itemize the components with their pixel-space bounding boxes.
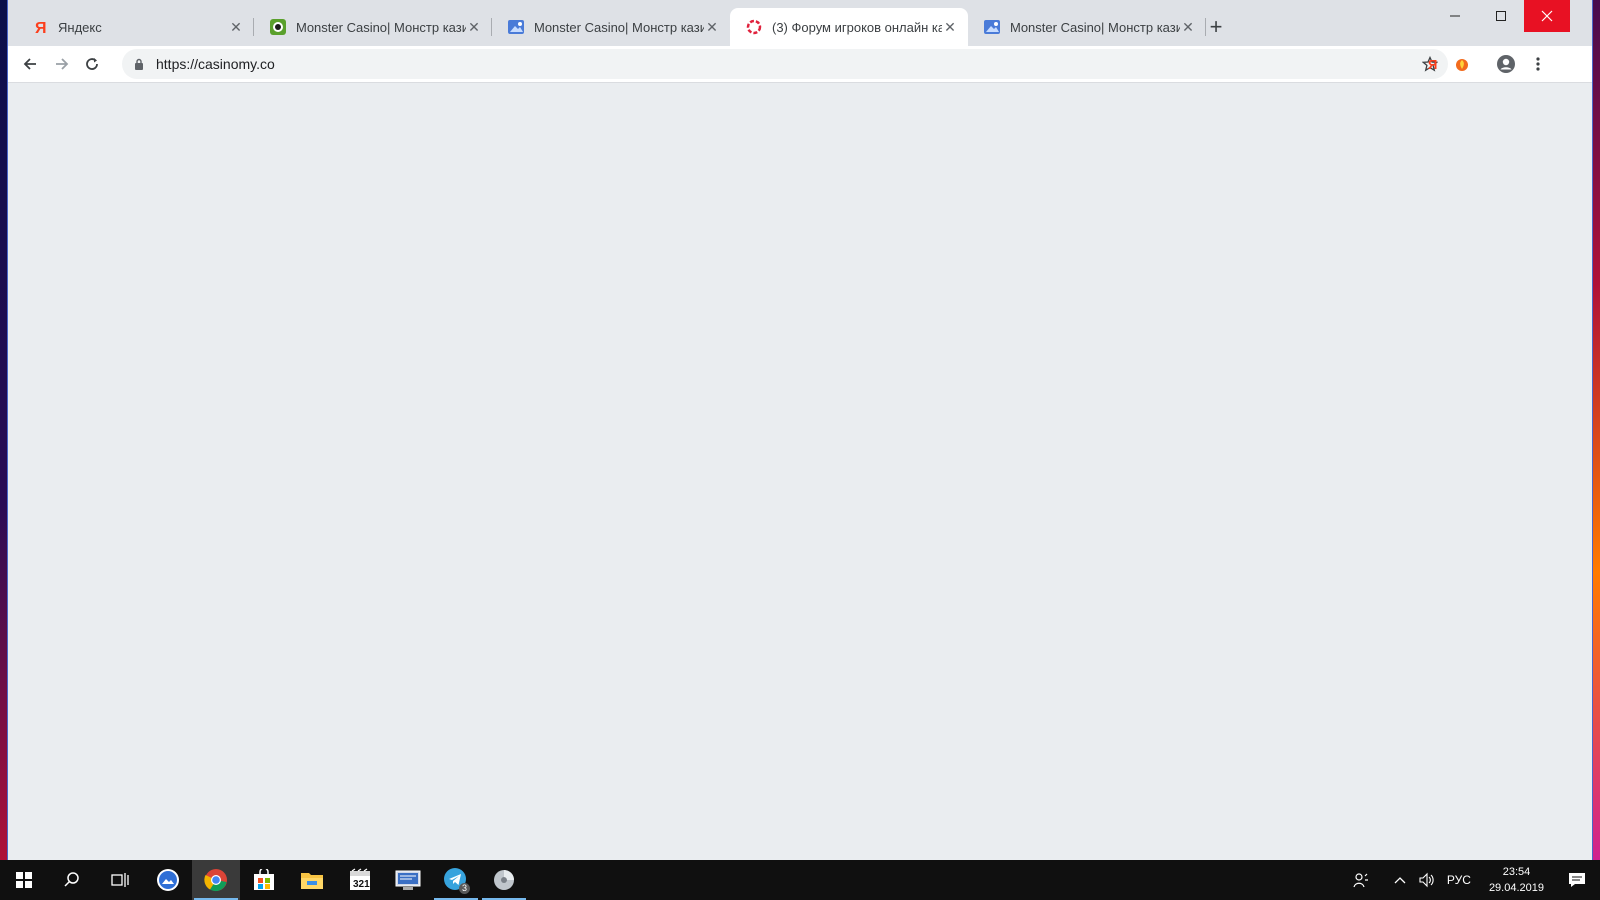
network-app-icon [395,870,421,890]
tab-title: Monster Casino| Монстр казино [1010,19,1180,35]
page-content [8,83,1592,860]
search-button[interactable] [48,860,96,900]
maximize-icon [1496,11,1506,21]
tab-yandex[interactable]: Я Яндекс ✕ [16,8,254,46]
chevron-up-icon [1394,877,1406,884]
telegram-badge: 3 [458,883,470,894]
show-hidden-icons-button[interactable] [1385,876,1415,884]
address-bar[interactable]: https://casinomy.co [122,49,1448,79]
forward-arrow-icon [56,58,69,70]
taskbar-photos[interactable] [144,860,192,900]
notifications-icon [1569,873,1585,887]
clock[interactable]: 23:54 29.04.2019 [1489,864,1544,896]
taskbar-file-explorer[interactable] [288,860,336,900]
browser-window: Я Яндекс ✕ Monster Casino| Монстр казино… [8,0,1592,860]
tab-title: Monster Casino| Монстр казино [534,19,704,35]
clock-date: 29.04.2019 [1488,882,1544,894]
search-icon [64,872,79,887]
taskbar-calendar-app[interactable]: 321 [336,860,384,900]
browser-toolbar: https://casinomy.co Я [8,46,1592,83]
taskbar-cd-burner[interactable] [480,860,528,900]
close-icon[interactable]: ✕ [466,19,482,35]
tab-title: Яндекс [58,19,102,35]
file-explorer-icon [301,873,323,889]
people-button[interactable] [1347,872,1375,888]
photos-icon [157,869,179,891]
tab-monster-casino-3[interactable]: Monster Casino| Монстр казино ✕ [968,8,1206,46]
action-center-button[interactable] [1554,872,1600,888]
calendar-icon: 321 [350,868,370,890]
taskbar-telegram[interactable]: 3 [432,860,480,900]
more-vert-icon [1536,57,1540,71]
close-icon[interactable]: ✕ [942,19,958,35]
volume-button[interactable] [1415,872,1439,888]
close-icon [1541,10,1553,22]
window-close-button[interactable] [1524,0,1570,32]
task-view-icon [111,873,129,887]
svg-text:Я: Я [35,20,46,35]
forum-icon [746,19,762,35]
blue-photo-icon [984,19,1000,35]
volume-icon [1419,872,1434,888]
back-button[interactable] [16,50,44,78]
taskbar: 321 3 РУС 23:54 29.04.2019 [0,860,1600,900]
people-icon [1353,873,1368,888]
language-indicator[interactable]: РУС [1447,873,1471,887]
close-icon[interactable]: ✕ [704,19,720,35]
windows-start-icon [16,872,32,888]
svg-text:Я: Я [1428,57,1437,72]
chrome-icon [204,869,227,892]
extension-button[interactable] [1448,50,1476,78]
monster-casino-icon [270,19,286,35]
tab-monster-casino-1[interactable]: Monster Casino| Монстр казино ✕ [254,8,492,46]
start-button[interactable] [0,860,48,900]
minimize-icon [1450,15,1460,17]
taskbar-chrome[interactable] [192,860,240,900]
yandex-icon: Я [32,19,48,35]
task-view-button[interactable] [96,860,144,900]
new-tab-button[interactable]: + [1202,14,1230,42]
clock-time: 23:54 [1502,866,1531,878]
minimize-button[interactable] [1432,0,1478,32]
reload-icon [86,58,98,70]
tab-forum[interactable]: (3) Форум игроков онлайн кази ✕ [730,8,968,46]
yandex-extension-button[interactable]: Я [1418,50,1446,78]
tab-monster-casino-2[interactable]: Monster Casino| Монстр казино ✕ [492,8,730,46]
menu-button[interactable] [1524,50,1552,78]
avatar-icon [1497,55,1515,73]
store-icon [254,869,274,890]
yandex-icon: Я [1428,57,1437,72]
flame-extension-icon [1456,59,1468,71]
maximize-button[interactable] [1478,0,1524,32]
profile-button[interactable] [1492,50,1520,78]
system-tray: РУС 23:54 29.04.2019 [1347,860,1600,900]
url-text[interactable]: https://casinomy.co [156,56,275,72]
svg-text:321: 321 [353,879,370,890]
taskbar-store[interactable] [240,860,288,900]
tab-title: Monster Casino| Монстр казино [296,19,466,35]
reload-button[interactable] [78,50,106,78]
tab-title: (3) Форум игроков онлайн кази [772,19,942,35]
taskbar-network-app[interactable] [384,860,432,900]
blue-photo-icon [508,19,524,35]
close-icon[interactable]: ✕ [228,19,244,35]
back-arrow-icon [23,58,36,70]
close-icon[interactable]: ✕ [1180,19,1196,35]
lock-icon [132,57,146,71]
forward-button[interactable] [48,50,76,78]
tab-strip: Я Яндекс ✕ Monster Casino| Монстр казино… [8,0,1592,46]
cd-burner-icon [494,870,514,890]
